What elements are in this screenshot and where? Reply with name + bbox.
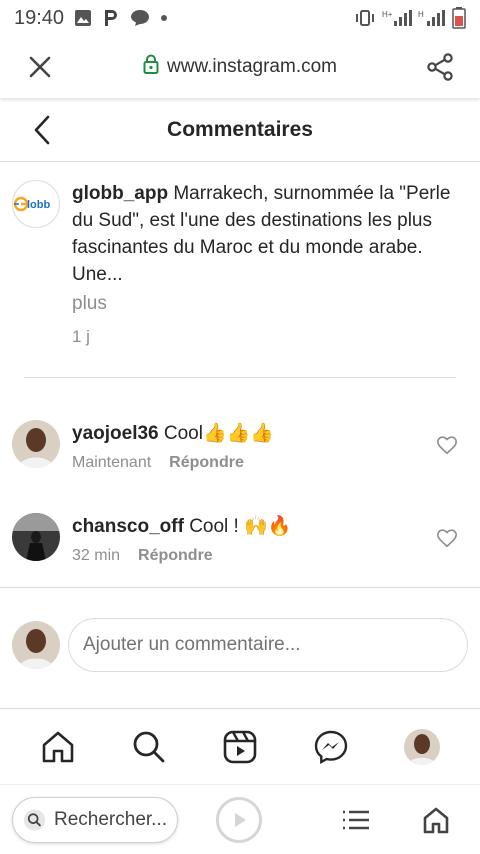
comment-item: yaojoel36 Cool👍👍👍 Maintenant Répondre xyxy=(12,420,480,472)
comment-text: Cool ! 🙌🔥 xyxy=(189,516,292,537)
profile-avatar xyxy=(404,728,441,765)
play-icon xyxy=(235,812,246,827)
nav-reels-button[interactable] xyxy=(216,723,264,771)
status-bar: 19:40 H+ H xyxy=(0,0,480,36)
comment-text: Cool👍👍👍 xyxy=(163,423,274,444)
avatar[interactable] xyxy=(12,420,60,468)
svg-text:H+: H+ xyxy=(382,10,393,19)
comment-username[interactable]: chansco_off xyxy=(72,516,184,537)
comment-time: 32 min xyxy=(72,547,121,564)
browser-home-button[interactable] xyxy=(416,800,456,840)
dot-icon xyxy=(160,14,168,22)
url-display[interactable]: www.instagram.com xyxy=(62,54,418,80)
list-icon xyxy=(343,810,369,829)
tabs-list-button[interactable] xyxy=(336,800,376,840)
search-icon xyxy=(23,808,46,831)
play-button[interactable] xyxy=(216,796,262,843)
nav-messenger-button[interactable] xyxy=(307,723,355,771)
signal-icon: H xyxy=(418,9,446,27)
globb-logo-icon: lobb xyxy=(13,196,50,212)
home-icon xyxy=(42,731,73,762)
search-icon xyxy=(133,731,165,762)
browser-search-button[interactable]: Rechercher... xyxy=(12,796,178,843)
add-comment-bar: Ajouter un commentaire... xyxy=(12,618,468,672)
share-button[interactable] xyxy=(418,45,462,89)
avatar[interactable] xyxy=(12,513,60,561)
home-icon xyxy=(423,807,449,833)
url-text: www.instagram.com xyxy=(167,56,337,77)
reply-button[interactable]: Répondre xyxy=(169,454,244,472)
chevron-left-icon xyxy=(34,115,50,145)
divider xyxy=(0,587,480,588)
back-button[interactable] xyxy=(22,110,62,150)
more-link[interactable]: plus xyxy=(72,290,470,317)
browser-url-bar: www.instagram.com xyxy=(0,36,480,98)
avatar[interactable]: lobb xyxy=(12,180,60,228)
p-icon xyxy=(102,8,120,28)
signal-icon: H+ xyxy=(382,9,412,27)
reply-button[interactable]: Répondre xyxy=(138,547,213,565)
browser-bottom-bar: Rechercher... xyxy=(0,784,480,854)
close-tab-button[interactable] xyxy=(18,45,62,89)
image-icon xyxy=(74,9,92,27)
avatar xyxy=(12,621,60,669)
nav-profile-button[interactable] xyxy=(398,723,446,771)
comment-time: Maintenant xyxy=(72,454,152,471)
nav-home-button[interactable] xyxy=(34,723,82,771)
divider xyxy=(24,377,456,378)
browser-search-label: Rechercher... xyxy=(54,808,167,830)
lock-icon xyxy=(143,54,159,80)
svg-text:H: H xyxy=(418,10,424,19)
status-time: 19:40 xyxy=(14,6,65,29)
page-title: Commentaires xyxy=(167,117,313,141)
caption-username[interactable]: globb_app xyxy=(72,183,168,204)
caption-time: 1 j xyxy=(72,327,90,346)
battery-icon xyxy=(452,7,466,29)
svg-text:lobb: lobb xyxy=(27,199,50,211)
heart-icon[interactable] xyxy=(436,434,458,456)
messenger-icon xyxy=(314,730,348,764)
add-comment-input[interactable]: Ajouter un commentaire... xyxy=(68,618,468,672)
page-header: Commentaires xyxy=(0,98,480,162)
comment-item: chansco_off Cool ! 🙌🔥 32 min Répondre xyxy=(12,513,480,565)
vibrate-icon xyxy=(354,10,376,26)
nav-search-button[interactable] xyxy=(125,723,173,771)
bottom-nav xyxy=(0,708,480,784)
share-icon xyxy=(427,53,453,81)
close-icon xyxy=(29,56,51,78)
reels-icon xyxy=(223,730,257,763)
chat-icon xyxy=(130,9,150,27)
comment-username[interactable]: yaojoel36 xyxy=(72,423,159,444)
heart-icon[interactable] xyxy=(436,527,458,549)
post-caption: lobb globb_app Marrakech, surnommée la "… xyxy=(12,180,480,350)
